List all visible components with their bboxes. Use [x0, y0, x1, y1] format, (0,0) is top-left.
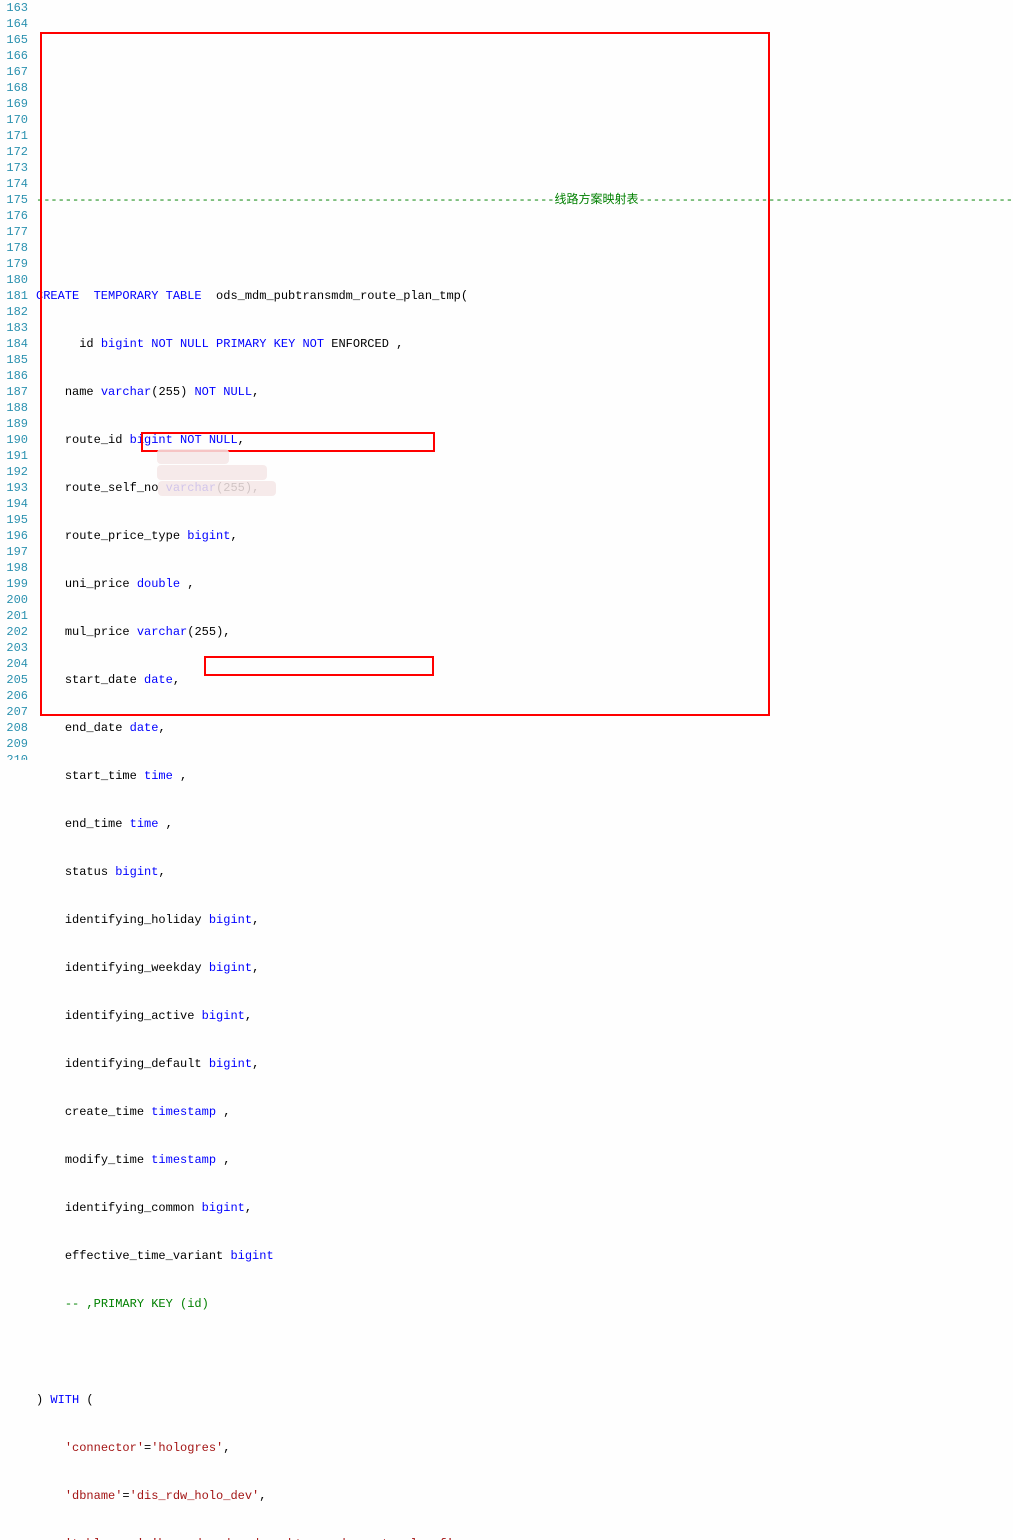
line-number: 199	[0, 576, 28, 592]
code-line[interactable]: end_date date,	[36, 720, 1013, 736]
line-number: 195	[0, 512, 28, 528]
line-number: 198	[0, 560, 28, 576]
redaction-smudge	[158, 481, 276, 496]
code-line[interactable]: identifying_holiday bigint,	[36, 912, 1013, 928]
line-number: 206	[0, 688, 28, 704]
line-number: 194	[0, 496, 28, 512]
line-number: 207	[0, 704, 28, 720]
line-number: 185	[0, 352, 28, 368]
code-line[interactable]: identifying_active bigint,	[36, 1008, 1013, 1024]
line-number: 168	[0, 80, 28, 96]
line-number: 197	[0, 544, 28, 560]
line-number: 210	[0, 752, 28, 760]
line-number: 166	[0, 48, 28, 64]
line-number: 165	[0, 32, 28, 48]
line-number: 170	[0, 112, 28, 128]
line-number: 169	[0, 96, 28, 112]
line-number: 182	[0, 304, 28, 320]
code-line[interactable]: mul_price varchar(255),	[36, 624, 1013, 640]
line-number: 209	[0, 736, 28, 752]
line-number: 183	[0, 320, 28, 336]
code-line[interactable]	[36, 240, 1013, 256]
line-number: 192	[0, 464, 28, 480]
line-number: 175	[0, 192, 28, 208]
code-line[interactable]: modify_time timestamp ,	[36, 1152, 1013, 1168]
line-number: 201	[0, 608, 28, 624]
line-number: 176	[0, 208, 28, 224]
code-line[interactable]: uni_price double ,	[36, 576, 1013, 592]
code-line[interactable]: 'tablename'='bus_ods.ods_mdm_pubtransmdm…	[36, 1536, 1013, 1540]
line-number: 181	[0, 288, 28, 304]
line-number: 190	[0, 432, 28, 448]
line-number: 204	[0, 656, 28, 672]
line-number: 205	[0, 672, 28, 688]
line-number: 171	[0, 128, 28, 144]
code-line[interactable]: 'connector'='hologres',	[36, 1440, 1013, 1456]
line-number: 167	[0, 64, 28, 80]
code-line[interactable]	[36, 1344, 1013, 1360]
line-number: 178	[0, 240, 28, 256]
code-line[interactable]: 'dbname'='dis_rdw_holo_dev',	[36, 1488, 1013, 1504]
code-area[interactable]: ----------------------------------------…	[36, 0, 1013, 1540]
code-editor[interactable]: 1631641651661671681691701711721731741751…	[0, 0, 1013, 1540]
line-number: 203	[0, 640, 28, 656]
line-gutter: 1631641651661671681691701711721731741751…	[0, 0, 36, 1540]
code-line[interactable]: create_time timestamp ,	[36, 1104, 1013, 1120]
code-line[interactable]: status bigint,	[36, 864, 1013, 880]
code-line[interactable]	[36, 144, 1013, 160]
line-number: 200	[0, 592, 28, 608]
line-number: 174	[0, 176, 28, 192]
line-number: 179	[0, 256, 28, 272]
code-line[interactable]: id bigint NOT NULL PRIMARY KEY NOT ENFOR…	[36, 336, 1013, 352]
line-number: 186	[0, 368, 28, 384]
code-line[interactable]: ) WITH (	[36, 1392, 1013, 1408]
line-number: 173	[0, 160, 28, 176]
code-line[interactable]: identifying_default bigint,	[36, 1056, 1013, 1072]
code-line[interactable]: end_time time ,	[36, 816, 1013, 832]
line-number: 187	[0, 384, 28, 400]
code-line[interactable]: name varchar(255) NOT NULL,	[36, 384, 1013, 400]
line-number: 177	[0, 224, 28, 240]
line-number: 193	[0, 480, 28, 496]
code-line[interactable]: route_id bigint NOT NULL,	[36, 432, 1013, 448]
line-number: 191	[0, 448, 28, 464]
line-number: 202	[0, 624, 28, 640]
line-number: 164	[0, 16, 28, 32]
code-line[interactable]: ----------------------------------------…	[36, 192, 1013, 208]
code-line[interactable]: start_date date,	[36, 672, 1013, 688]
annotation-box-main	[40, 32, 770, 716]
code-line[interactable]: effective_time_variant bigint	[36, 1248, 1013, 1264]
code-line[interactable]: start_time time ,	[36, 768, 1013, 784]
line-number: 172	[0, 144, 28, 160]
line-number: 189	[0, 416, 28, 432]
line-number: 163	[0, 0, 28, 16]
redaction-smudge	[157, 449, 229, 464]
code-line[interactable]: route_price_type bigint,	[36, 528, 1013, 544]
line-number: 180	[0, 272, 28, 288]
code-line[interactable]: identifying_weekday bigint,	[36, 960, 1013, 976]
line-number: 208	[0, 720, 28, 736]
code-line[interactable]: CREATE TEMPORARY TABLE ods_mdm_pubtransm…	[36, 288, 1013, 304]
line-number: 188	[0, 400, 28, 416]
line-number: 184	[0, 336, 28, 352]
code-line[interactable]: identifying_common bigint,	[36, 1200, 1013, 1216]
redaction-smudge	[157, 465, 267, 480]
code-line[interactable]: -- ,PRIMARY KEY (id)	[36, 1296, 1013, 1312]
line-number: 196	[0, 528, 28, 544]
